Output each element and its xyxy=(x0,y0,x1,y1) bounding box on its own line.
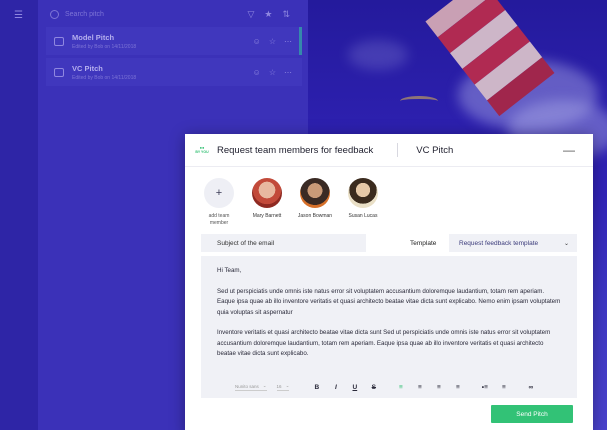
avatar xyxy=(252,178,282,208)
star-icon[interactable]: ☆ xyxy=(269,68,276,77)
bullet-list-icon[interactable]: •≡ xyxy=(475,384,494,391)
pitch-title: Model Pitch xyxy=(72,32,115,42)
member-name: Jason Bowman xyxy=(297,213,333,219)
modal-header: ●● BY YOU Request team members for feedb… xyxy=(185,134,593,167)
member-jason-bowman[interactable]: Jason Bowman xyxy=(295,178,335,227)
selection-indicator xyxy=(299,27,302,55)
align-center-icon[interactable]: ≡ xyxy=(410,384,429,391)
italic-button[interactable]: I xyxy=(326,384,345,391)
filter-icon[interactable]: ▽ xyxy=(247,9,254,20)
search-placeholder: Search pitch xyxy=(65,10,104,18)
modal-title: Request team members for feedback xyxy=(217,144,374,156)
logo-text: BY YOU xyxy=(195,150,209,154)
body-greeting: Hi Team, xyxy=(217,267,242,274)
pitch-subtitle: Edited by Bob on 14/11/2018 xyxy=(72,74,137,81)
add-team-member[interactable]: + add team member xyxy=(199,178,239,227)
pitch-title: VC Pitch xyxy=(72,63,103,73)
sort-icon[interactable]: ⇅ xyxy=(282,9,290,20)
avatar xyxy=(348,178,378,208)
pitch-card-vc[interactable]: VC Pitch Edited by Bob on 14/11/2018 ☺ ☆… xyxy=(46,58,302,86)
formatting-toolbar: Nunito sans ⌄ 16 ⌄ B I U S ≡ ≡ ≡ ≡ •≡ ≡ … xyxy=(201,378,577,396)
search-icon xyxy=(50,9,59,19)
link-icon[interactable]: ∞ xyxy=(521,384,540,391)
share-user-icon[interactable]: ☺ xyxy=(253,68,261,77)
email-subject-input[interactable]: Subject of the email xyxy=(201,234,366,252)
chevron-down-icon: ⌄ xyxy=(563,240,569,247)
align-justify-icon[interactable]: ≡ xyxy=(448,384,467,391)
send-pitch-button[interactable]: Send Pitch xyxy=(491,405,573,423)
pitch-subtitle: Edited by Bob on 14/11/2018 xyxy=(72,43,137,50)
bold-button[interactable]: B xyxy=(307,384,326,391)
star-icon[interactable]: ☆ xyxy=(269,37,276,46)
align-left-icon[interactable]: ≡ xyxy=(391,384,410,391)
font-size-value: 16 xyxy=(276,383,282,389)
share-user-icon[interactable]: ☺ xyxy=(253,37,261,46)
presentation-icon xyxy=(54,67,64,77)
list-tools: ▽ ★ ⇅ xyxy=(247,9,290,20)
member-mary-barnett[interactable]: Mary Barnett xyxy=(247,178,287,227)
member-susan-lucas[interactable]: Susan Lucas xyxy=(343,178,383,227)
add-member-label: add team member xyxy=(208,213,230,226)
presentation-icon xyxy=(54,36,64,46)
pitch-search[interactable]: Search pitch ▽ ★ ⇅ xyxy=(50,4,290,24)
underline-button[interactable]: U xyxy=(345,384,364,391)
header-divider xyxy=(397,143,399,157)
app-rail: ☰ xyxy=(0,0,38,430)
chevron-down-icon: ⌄ xyxy=(285,383,290,388)
template-select[interactable]: Request feedback template ⌄ xyxy=(449,234,577,252)
chevron-down-icon: ⌄ xyxy=(262,383,267,388)
body-paragraph-2: Inventore veritatis et quasi architecto … xyxy=(217,329,551,357)
minus-icon[interactable]: — xyxy=(563,144,575,156)
feedback-request-modal: ●● BY YOU Request team members for feedb… xyxy=(185,134,593,430)
more-icon[interactable]: ⋯ xyxy=(284,68,292,77)
menu-icon[interactable]: ☰ xyxy=(14,10,23,21)
pitch-card-model[interactable]: Model Pitch Edited by Bob on 14/11/2018 … xyxy=(46,27,302,55)
strikethrough-button[interactable]: S xyxy=(364,384,383,391)
avatar xyxy=(300,178,330,208)
font-family-select[interactable]: Nunito sans ⌄ xyxy=(235,383,267,391)
numbered-list-icon[interactable]: ≡ xyxy=(494,384,513,391)
paraglider-graphic xyxy=(400,96,438,106)
member-name: Susan Lucas xyxy=(348,213,378,219)
template-label: Template xyxy=(410,240,437,247)
font-family-value: Nunito sans xyxy=(235,383,259,389)
plus-icon[interactable]: + xyxy=(204,178,234,208)
pitch-actions: ☺ ☆ ⋯ xyxy=(253,68,292,77)
app-logo: ●● BY YOU xyxy=(195,144,209,156)
email-body-editor[interactable]: Hi Team, Sed ut perspiciatis unde omnis … xyxy=(201,256,577,398)
template-value: Request feedback template xyxy=(459,239,539,247)
align-right-icon[interactable]: ≡ xyxy=(429,384,448,391)
star-icon[interactable]: ★ xyxy=(264,9,272,20)
pitch-actions: ☺ ☆ ⋯ xyxy=(253,37,292,46)
more-icon[interactable]: ⋯ xyxy=(284,37,292,46)
pitch-name: VC Pitch xyxy=(416,144,454,156)
font-size-select[interactable]: 16 ⌄ xyxy=(276,383,290,391)
team-members: + add team member Mary Barnett Jason Bow… xyxy=(199,178,383,227)
body-paragraph-1: Sed ut perspiciatis unde omnis iste natu… xyxy=(217,287,561,316)
member-name: Mary Barnett xyxy=(252,213,282,219)
